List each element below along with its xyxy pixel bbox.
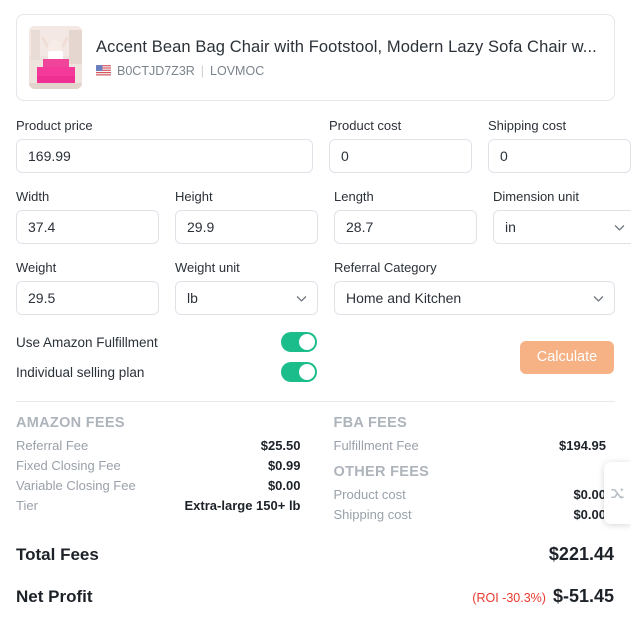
total-fees-row: Total Fees $221.44 bbox=[16, 544, 615, 565]
width-input[interactable]: 37.4 bbox=[16, 210, 159, 244]
field-dimension-unit: Dimension unit in bbox=[493, 190, 631, 244]
product-thumbnail bbox=[29, 26, 82, 89]
other-fees-heading: OTHER FEES bbox=[333, 464, 430, 480]
individual-selling-plan-toggle[interactable] bbox=[281, 362, 317, 382]
product-cost-label: Product cost bbox=[329, 118, 402, 133]
field-referral-category: Referral Category Home and Kitchen bbox=[334, 261, 615, 315]
dimension-unit-value: in bbox=[505, 219, 516, 235]
section-divider bbox=[16, 401, 615, 402]
product-card: Accent Bean Bag Chair with Footstool, Mo… bbox=[16, 14, 615, 101]
dimension-unit-select[interactable]: in bbox=[493, 210, 631, 244]
chevron-down-icon bbox=[592, 292, 605, 305]
product-title: Accent Bean Bag Chair with Footstool, Mo… bbox=[96, 38, 597, 57]
fee-name: Variable Closing Fee bbox=[16, 478, 136, 493]
weight-unit-value: lb bbox=[187, 290, 198, 306]
weight-unit-label: Weight unit bbox=[175, 260, 240, 275]
product-cost-input[interactable]: 0 bbox=[329, 139, 472, 173]
floating-side-widget[interactable] bbox=[604, 462, 631, 524]
referral-category-label: Referral Category bbox=[334, 260, 437, 275]
roi-badge: (ROI -30.3%) bbox=[472, 591, 546, 605]
height-input[interactable]: 29.9 bbox=[175, 210, 318, 244]
total-fees-value: $221.44 bbox=[548, 544, 614, 564]
use-amazon-fulfillment-label: Use Amazon Fulfillment bbox=[16, 334, 158, 350]
calculate-button[interactable]: Calculate bbox=[520, 340, 614, 374]
referral-category-value: Home and Kitchen bbox=[346, 290, 462, 306]
amazon-fees-heading: AMAZON FEES bbox=[16, 415, 125, 431]
weight-label: Weight bbox=[16, 260, 57, 275]
fee-value: $25.50 bbox=[260, 438, 301, 453]
field-width: Width 37.4 bbox=[16, 190, 159, 244]
product-info: Accent Bean Bag Chair with Footstool, Mo… bbox=[96, 37, 602, 78]
field-product-price: Product price 169.99 bbox=[16, 119, 313, 173]
fee-value: Extra-large 150+ lb bbox=[184, 498, 301, 513]
us-flag-icon bbox=[96, 65, 111, 77]
calculator-form: Product price 169.99 Product cost 0 Ship… bbox=[16, 119, 631, 402]
product-brand: LOVMOC bbox=[210, 63, 265, 78]
fee-name: Tier bbox=[16, 498, 38, 513]
length-label: Length bbox=[334, 189, 374, 204]
fba-other-fees-column: FBA FEES Fulfillment Fee $194.95 OTHER F… bbox=[316, 415, 616, 527]
use-amazon-fulfillment-toggle[interactable] bbox=[281, 332, 317, 352]
net-profit-label: Net Profit bbox=[16, 587, 93, 606]
toggle-group: Use Amazon Fulfillment Individual sellin… bbox=[16, 332, 317, 382]
field-product-cost: Product cost 0 bbox=[329, 119, 472, 173]
weight-unit-select[interactable]: lb bbox=[175, 281, 318, 315]
fee-name: Shipping cost bbox=[333, 507, 412, 522]
fee-value: $194.95 bbox=[559, 438, 606, 453]
field-weight-unit: Weight unit lb bbox=[175, 261, 318, 315]
fee-row-referral: Referral Fee $25.50 bbox=[16, 438, 301, 453]
referral-category-select[interactable]: Home and Kitchen bbox=[334, 281, 615, 315]
fee-row-product-cost: Product cost $0.00 bbox=[334, 487, 607, 502]
dimension-unit-label: Dimension unit bbox=[493, 189, 579, 204]
weight-input[interactable]: 29.5 bbox=[16, 281, 159, 315]
toggle-knob bbox=[299, 364, 315, 380]
fee-row-tier: Tier Extra-large 150+ lb bbox=[16, 498, 301, 513]
form-row-weight-category: Weight 29.5 Weight unit lb Referral Cate… bbox=[16, 261, 615, 315]
product-meta: B0CTJD7Z3R | LOVMOC bbox=[96, 64, 602, 78]
fee-value: $0.00 bbox=[267, 478, 301, 493]
fee-row-shipping-cost: Shipping cost $0.00 bbox=[334, 507, 607, 522]
shipping-cost-label: Shipping cost bbox=[488, 118, 567, 133]
meta-separator: | bbox=[200, 63, 205, 78]
shipping-cost-input[interactable]: 0 bbox=[488, 139, 631, 173]
fee-name: Fixed Closing Fee bbox=[16, 458, 121, 473]
fee-value: $0.99 bbox=[267, 458, 301, 473]
option-use-amazon-fulfillment: Use Amazon Fulfillment bbox=[16, 332, 317, 352]
fee-name: Referral Fee bbox=[16, 438, 89, 453]
fee-row-variable-closing: Variable Closing Fee $0.00 bbox=[16, 478, 301, 493]
total-fees-label: Total Fees bbox=[16, 545, 99, 564]
field-weight: Weight 29.5 bbox=[16, 261, 159, 315]
net-profit-value: $-51.45 bbox=[552, 586, 614, 606]
net-profit-values: (ROI -30.3%) $-51.45 bbox=[472, 586, 614, 607]
fee-row-fulfillment: Fulfillment Fee $194.95 bbox=[334, 438, 607, 453]
fee-name: Product cost bbox=[333, 487, 406, 502]
fee-row-fixed-closing: Fixed Closing Fee $0.99 bbox=[16, 458, 301, 473]
field-shipping-cost: Shipping cost 0 bbox=[488, 119, 631, 173]
options-block: Use Amazon Fulfillment Individual sellin… bbox=[16, 332, 615, 382]
form-row-dimensions: Width 37.4 Height 29.9 Length 28.7 Dimen… bbox=[16, 190, 631, 244]
length-input[interactable]: 28.7 bbox=[334, 210, 477, 244]
fba-calculator-page: Accent Bean Bag Chair with Footstool, Mo… bbox=[0, 14, 631, 633]
field-length: Length 28.7 bbox=[334, 190, 477, 244]
field-height: Height 29.9 bbox=[175, 190, 318, 244]
chevron-down-icon bbox=[613, 221, 626, 234]
fee-value: $0.00 bbox=[573, 487, 606, 502]
width-label: Width bbox=[16, 189, 50, 204]
height-label: Height bbox=[175, 189, 213, 204]
fba-fees-heading: FBA FEES bbox=[333, 415, 408, 431]
fee-value: $0.00 bbox=[573, 507, 606, 522]
product-asin: B0CTJD7Z3R bbox=[117, 63, 195, 78]
shuffle-icon bbox=[611, 487, 624, 499]
option-individual-selling-plan: Individual selling plan bbox=[16, 362, 317, 382]
form-row-pricing: Product price 169.99 Product cost 0 Ship… bbox=[16, 119, 631, 173]
chevron-down-icon bbox=[295, 292, 308, 305]
individual-selling-plan-label: Individual selling plan bbox=[16, 364, 145, 380]
net-profit-row: Net Profit (ROI -30.3%) $-51.45 bbox=[16, 586, 615, 607]
amazon-fees-column: AMAZON FEES Referral Fee $25.50 Fixed Cl… bbox=[16, 415, 316, 527]
fees-section: AMAZON FEES Referral Fee $25.50 Fixed Cl… bbox=[16, 415, 615, 527]
fee-name: Fulfillment Fee bbox=[333, 438, 419, 453]
product-price-label: Product price bbox=[16, 118, 93, 133]
product-price-input[interactable]: 169.99 bbox=[16, 139, 313, 173]
toggle-knob bbox=[299, 334, 315, 350]
